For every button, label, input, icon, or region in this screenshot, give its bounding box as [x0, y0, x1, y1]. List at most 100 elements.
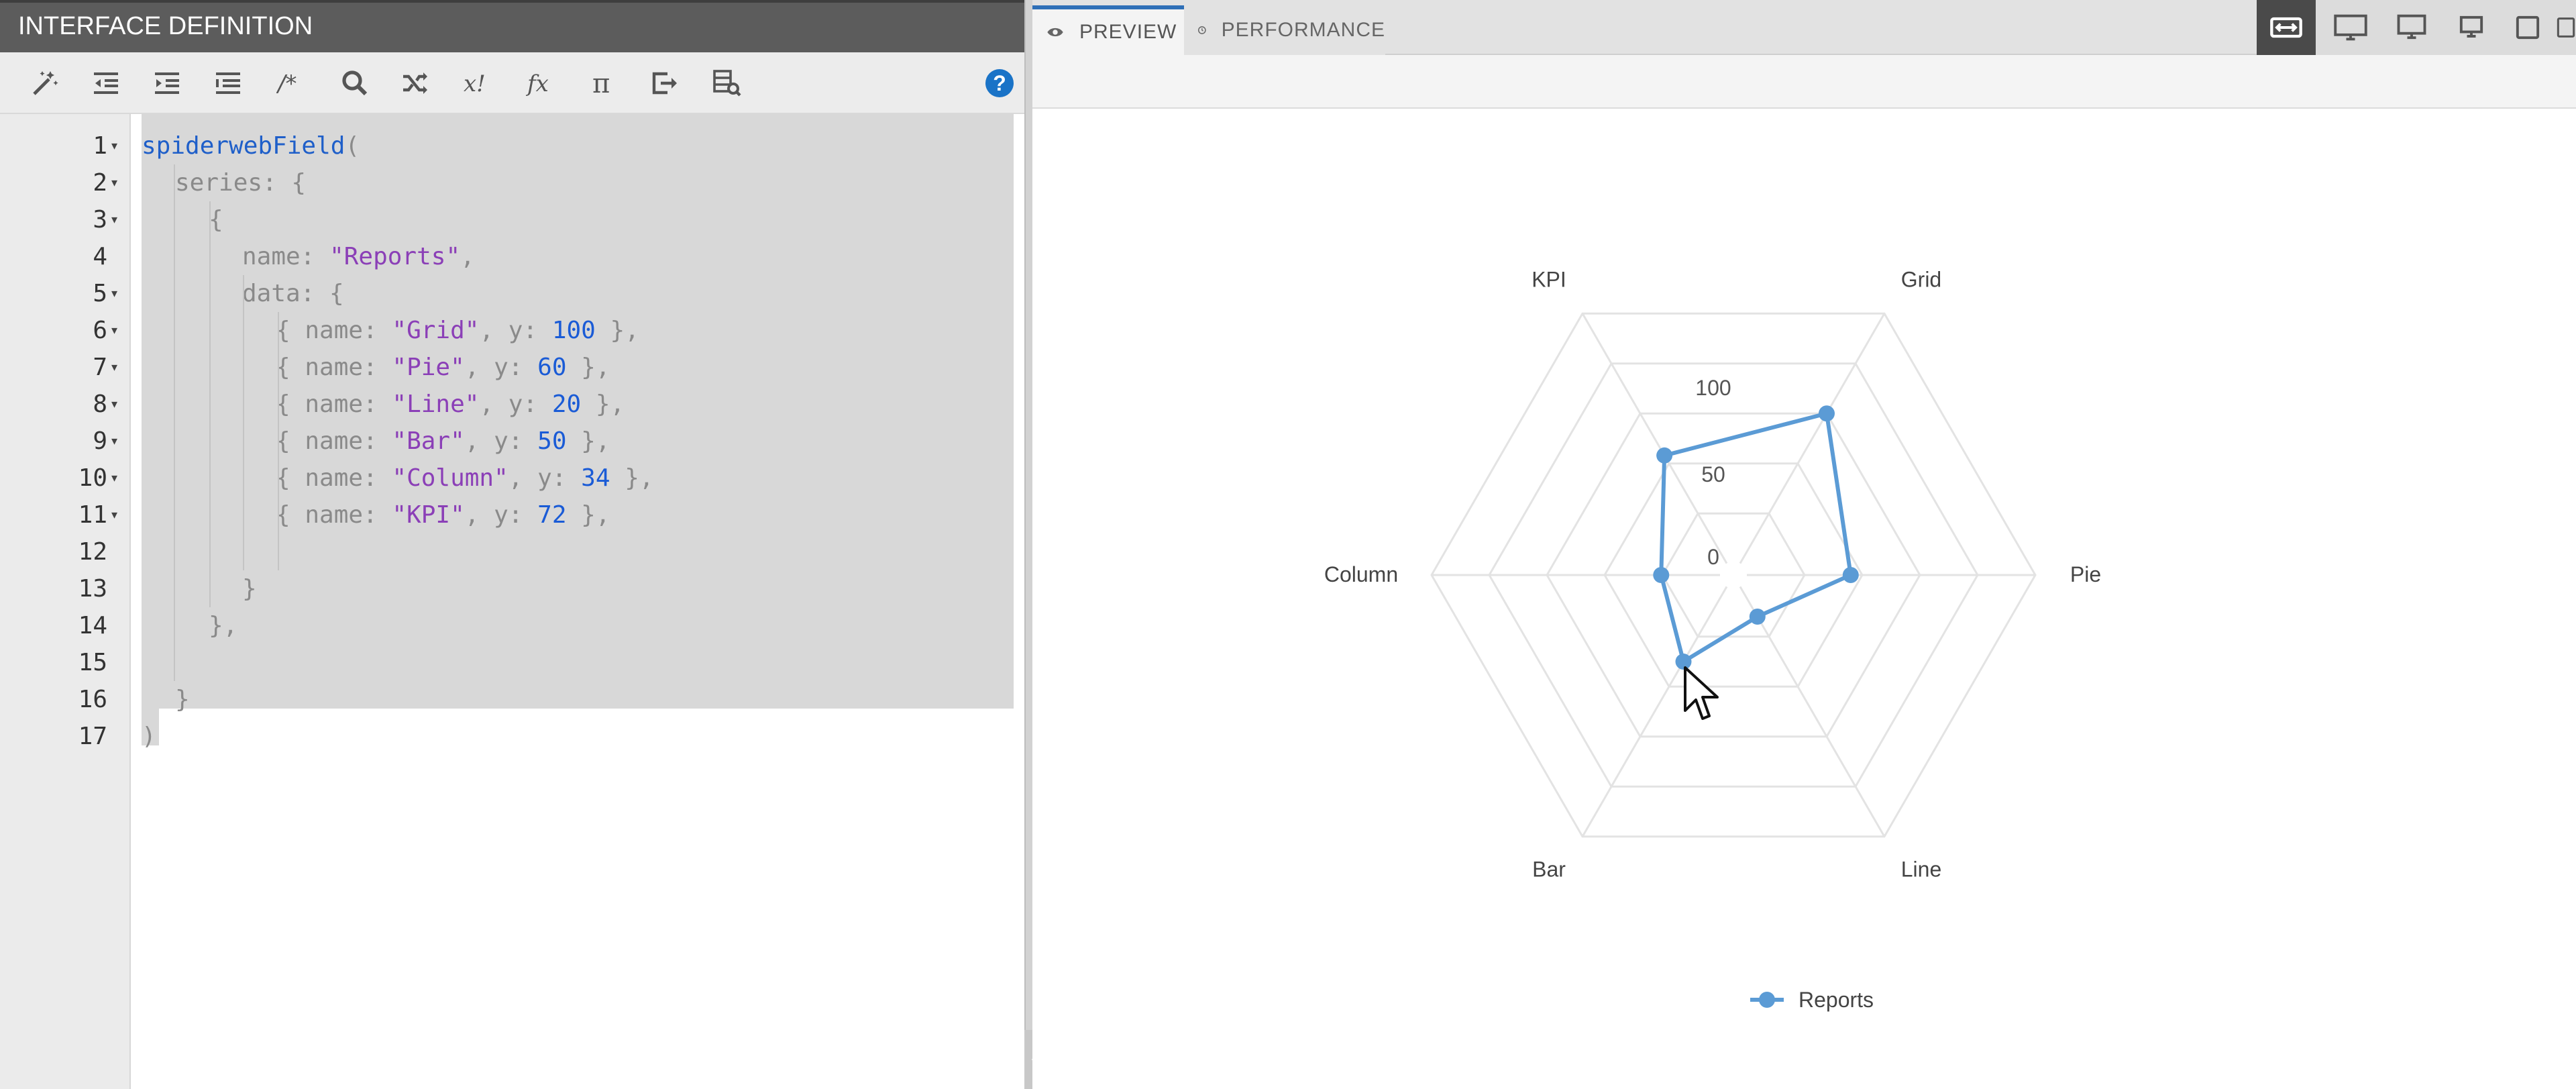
line-number: 15 — [78, 649, 107, 676]
line-number: 17 — [78, 723, 107, 750]
export-icon[interactable] — [644, 66, 686, 101]
panel-title: INTERFACE DEFINITION — [18, 12, 313, 40]
indent-guide — [174, 164, 175, 681]
radial-tick-label: 0 — [1707, 545, 1719, 569]
line-number: 5 — [93, 280, 107, 307]
help-label: ? — [993, 70, 1006, 95]
fit-width-icon[interactable] — [2257, 0, 2316, 55]
tab-label: PERFORMANCE — [1221, 19, 1385, 41]
pi-icon[interactable]: π — [582, 66, 624, 101]
data-point — [1749, 609, 1766, 625]
code-area[interactable]: spiderwebField( series: { { name: "Reports"… — [132, 114, 1024, 1089]
indent-guide — [209, 201, 211, 607]
spiderweb-chart: 0 50 100 KPI Grid Pie Line Bar Column Reports — [1324, 267, 2101, 1012]
fold-toggle-icon[interactable]: ▾ — [111, 312, 125, 349]
shuffle-icon[interactable] — [394, 66, 436, 101]
search-icon[interactable] — [334, 66, 376, 101]
legend-label: Reports — [1799, 988, 1874, 1012]
legend-marker — [1759, 992, 1775, 1008]
laptop-icon[interactable] — [2442, 0, 2501, 55]
line-number: 2 — [93, 169, 107, 197]
axis-category-label: Line — [1901, 858, 1942, 882]
mouse-cursor-icon — [1684, 666, 1719, 720]
code-line: { name: "Pie", y: 60 }, — [276, 354, 610, 381]
data-point — [1653, 567, 1670, 583]
clock-icon — [1197, 26, 1206, 34]
preview-header-strip — [1032, 55, 2576, 109]
line-number-gutter: 1 ▾ 2 ▾ 3 ▾ 4 5 ▾ 6 ▾ 7 ▾ 8 ▾ 9 ▾ 10 ▾ 11 ▾ 12 13 14 15 16 17 — [0, 114, 131, 1089]
code-line: ) — [142, 723, 156, 750]
grid-spoke — [1739, 313, 1886, 564]
axis-category-label: Grid — [1901, 267, 1941, 291]
axis-category-label: KPI — [1532, 267, 1566, 291]
preview-tab-bar: PREVIEW PERFORMANCE — [1032, 0, 2576, 55]
svg-text:fx: fx — [525, 70, 549, 97]
code-line: { — [209, 206, 223, 234]
fold-toggle-icon[interactable]: ▾ — [111, 423, 125, 460]
code-line: { name: "Grid", y: 100 }, — [276, 317, 639, 344]
fold-toggle-icon[interactable]: ▾ — [111, 275, 125, 312]
radial-tick-label: 50 — [1701, 462, 1725, 486]
device-size-toolbar — [2257, 0, 2576, 55]
grid-spoke — [1581, 313, 1728, 564]
fold-toggle-icon[interactable]: ▾ — [111, 127, 125, 164]
line-number: 11 — [78, 501, 107, 529]
code-line: series: { — [175, 169, 307, 197]
fold-toggle-icon[interactable]: ▾ — [111, 460, 125, 497]
line-number: 1 — [93, 132, 107, 160]
comment-icon[interactable]: /* — [272, 66, 313, 101]
axis-category-label: Bar — [1532, 858, 1566, 882]
pane-splitter[interactable] — [1024, 0, 1032, 1089]
grid-spoke — [1739, 586, 1886, 837]
line-number: 4 — [93, 243, 107, 270]
expression-icon[interactable]: x! — [458, 66, 499, 101]
svg-text:/*: /* — [276, 70, 297, 97]
tab-performance[interactable]: PERFORMANCE — [1184, 5, 1385, 55]
indent-icon[interactable] — [146, 66, 188, 101]
editor-toolbar: /* x! fx π ? — [0, 52, 1024, 114]
code-line: } — [242, 575, 257, 603]
line-number: 9 — [93, 427, 107, 455]
line-number: 12 — [78, 538, 107, 566]
line-number: 3 — [93, 206, 107, 234]
preview-panel: PREVIEW PERFORMANCE 0 50 100 KPI Grid Pi… — [1032, 0, 2576, 1089]
code-line: { name: "Line", y: 20 }, — [276, 391, 625, 418]
format-wand-icon[interactable] — [24, 66, 66, 101]
fold-toggle-icon[interactable]: ▾ — [111, 386, 125, 423]
data-point — [1842, 567, 1859, 583]
function-icon[interactable]: fx — [520, 66, 561, 101]
interface-definition-panel: INTERFACE DEFINITION /* x! fx π ? 1 ▾ 2 … — [0, 0, 1024, 1089]
fold-toggle-icon[interactable]: ▾ — [111, 164, 125, 201]
data-point — [1819, 405, 1835, 422]
tab-preview[interactable]: PREVIEW — [1032, 5, 1184, 55]
tab-label: PREVIEW — [1079, 21, 1177, 43]
phone-icon[interactable] — [2549, 0, 2576, 55]
data-search-icon[interactable] — [706, 66, 747, 101]
indent-guide — [278, 312, 279, 570]
help-button[interactable]: ? — [985, 69, 1014, 97]
code-line: }, — [209, 612, 238, 639]
eye-icon — [1047, 28, 1063, 37]
code-line: spiderwebField( — [142, 132, 360, 160]
data-point — [1656, 447, 1673, 464]
desktop-icon[interactable] — [2382, 0, 2441, 55]
align-icon[interactable] — [207, 66, 249, 101]
desktop-large-icon[interactable] — [2321, 0, 2380, 55]
code-line: } — [175, 686, 190, 713]
code-line: { name: "KPI", y: 72 }, — [276, 501, 610, 529]
code-line: { name: "Column", y: 34 }, — [276, 464, 654, 492]
line-number: 14 — [78, 612, 107, 639]
code-editor[interactable]: 1 ▾ 2 ▾ 3 ▾ 4 5 ▾ 6 ▾ 7 ▾ 8 ▾ 9 ▾ 10 ▾ 11 ▾ 12 13 14 15 16 17 spid… — [0, 114, 1024, 1089]
fold-toggle-icon[interactable]: ▾ — [111, 201, 125, 238]
fold-toggle-icon[interactable]: ▾ — [111, 497, 125, 533]
tablet-icon[interactable] — [2498, 0, 2557, 55]
code-line: data: { — [242, 280, 344, 307]
axis-category-label: Pie — [2070, 562, 2101, 586]
radial-tick-label: 100 — [1695, 376, 1731, 400]
svg-text:x!: x! — [464, 70, 486, 97]
fold-toggle-icon[interactable]: ▾ — [111, 349, 125, 386]
code-line: name: "Reports", — [242, 243, 475, 270]
line-number: 8 — [93, 391, 107, 418]
line-number: 6 — [93, 317, 107, 344]
outdent-icon[interactable] — [85, 66, 127, 101]
